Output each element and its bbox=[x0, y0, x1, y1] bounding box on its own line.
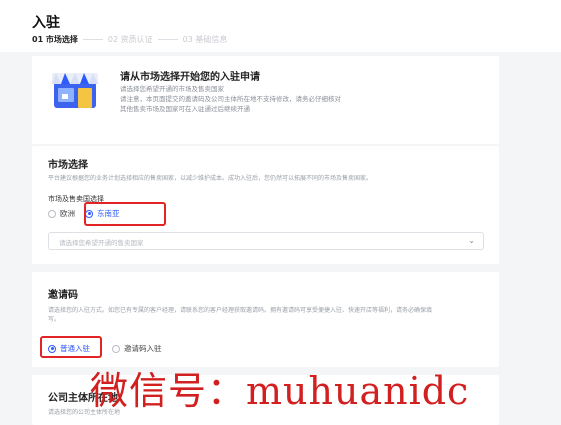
radio-invite-code-label: 邀请码入驻 bbox=[124, 344, 162, 353]
invite-section: 邀请码 请选择您的入驻方式。如您已有专属的客户经理，请联系您的客户经理获取邀请码… bbox=[32, 272, 499, 367]
page-title: 入驻 bbox=[32, 15, 60, 31]
chevron-down-icon: ⌄ bbox=[468, 236, 475, 245]
shop-storefront-icon bbox=[52, 73, 98, 108]
invite-desc-2: 写。 bbox=[48, 316, 61, 323]
onboarding-page: 入驻 01 市场选择 02 资质认证 03 基础信息 请从市场选择开始您的入驻申… bbox=[0, 0, 561, 425]
invite-title: 邀请码 bbox=[48, 290, 78, 301]
radio-invite-code-entry[interactable]: 邀请码入驻 bbox=[112, 343, 162, 354]
banner-hint-1: 请选择您希望开通的市场及售卖国家 bbox=[120, 85, 224, 93]
banner-hint-3: 其他售卖市场及国家可在入驻通过后继续开通 bbox=[120, 105, 250, 113]
page-header: 入驻 01 市场选择 02 资质认证 03 基础信息 bbox=[0, 0, 561, 52]
radio-circle bbox=[48, 209, 56, 218]
radio-circle bbox=[112, 344, 120, 353]
country-select-placeholder: 请选择您希望开通的售卖国家 bbox=[59, 239, 144, 247]
radio-europe[interactable]: 欧洲 bbox=[48, 208, 75, 219]
step-basic-info: 03 基础信息 bbox=[182, 35, 228, 44]
step-connector bbox=[157, 39, 178, 40]
market-title: 市场选择 bbox=[48, 160, 88, 171]
step-market: 01 市场选择 bbox=[32, 35, 78, 44]
market-section: 市场选择 平台建议根据您的业务计划选择相应的售卖国家，以减少维护成本。成功入驻后… bbox=[32, 146, 499, 264]
highlight-box bbox=[84, 202, 166, 226]
step-qualification: 02 资质认证 bbox=[107, 35, 153, 44]
market-desc: 平台建议根据您的业务计划选择相应的售卖国家，以减少维护成本。成功入驻后，您仍然可… bbox=[48, 175, 373, 182]
invite-desc-1: 请选择您的入驻方式。如您已有专属的客户经理，请联系您的客户经理获取邀请码。拥有邀… bbox=[48, 307, 433, 314]
intro-banner: 请从市场选择开始您的入驻申请 请选择您希望开通的市场及售卖国家 请注意，本页面提… bbox=[32, 56, 499, 144]
country-select[interactable]: 请选择您希望开通的售卖国家 ⌄ bbox=[48, 232, 484, 250]
step-indicator: 01 市场选择 02 资质认证 03 基础信息 bbox=[32, 34, 227, 45]
highlight-box bbox=[40, 336, 102, 358]
banner-title: 请从市场选择开始您的入驻申请 bbox=[120, 72, 260, 83]
watermark-overlay-text: 微信号：muhuanidc bbox=[90, 369, 470, 413]
step-connector bbox=[82, 39, 103, 40]
radio-europe-label: 欧洲 bbox=[60, 209, 75, 218]
banner-hint-2: 请注意，本页面提交的邀请码及公司主体所在地不支持修改，请务必仔细核对 bbox=[120, 95, 341, 103]
